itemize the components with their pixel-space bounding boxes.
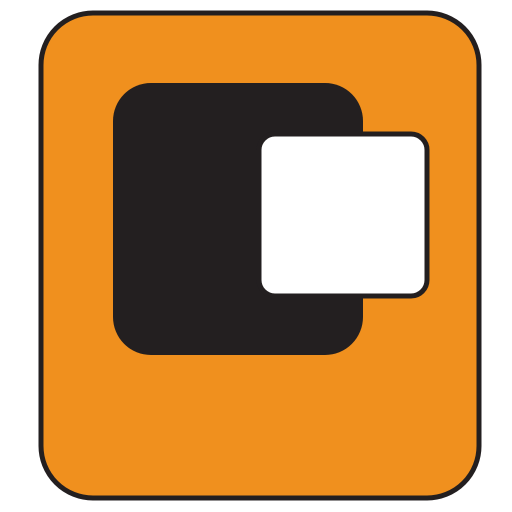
icon-canvas bbox=[0, 0, 512, 512]
app-logo-icon bbox=[38, 10, 482, 501]
white-square-shape bbox=[256, 131, 430, 299]
